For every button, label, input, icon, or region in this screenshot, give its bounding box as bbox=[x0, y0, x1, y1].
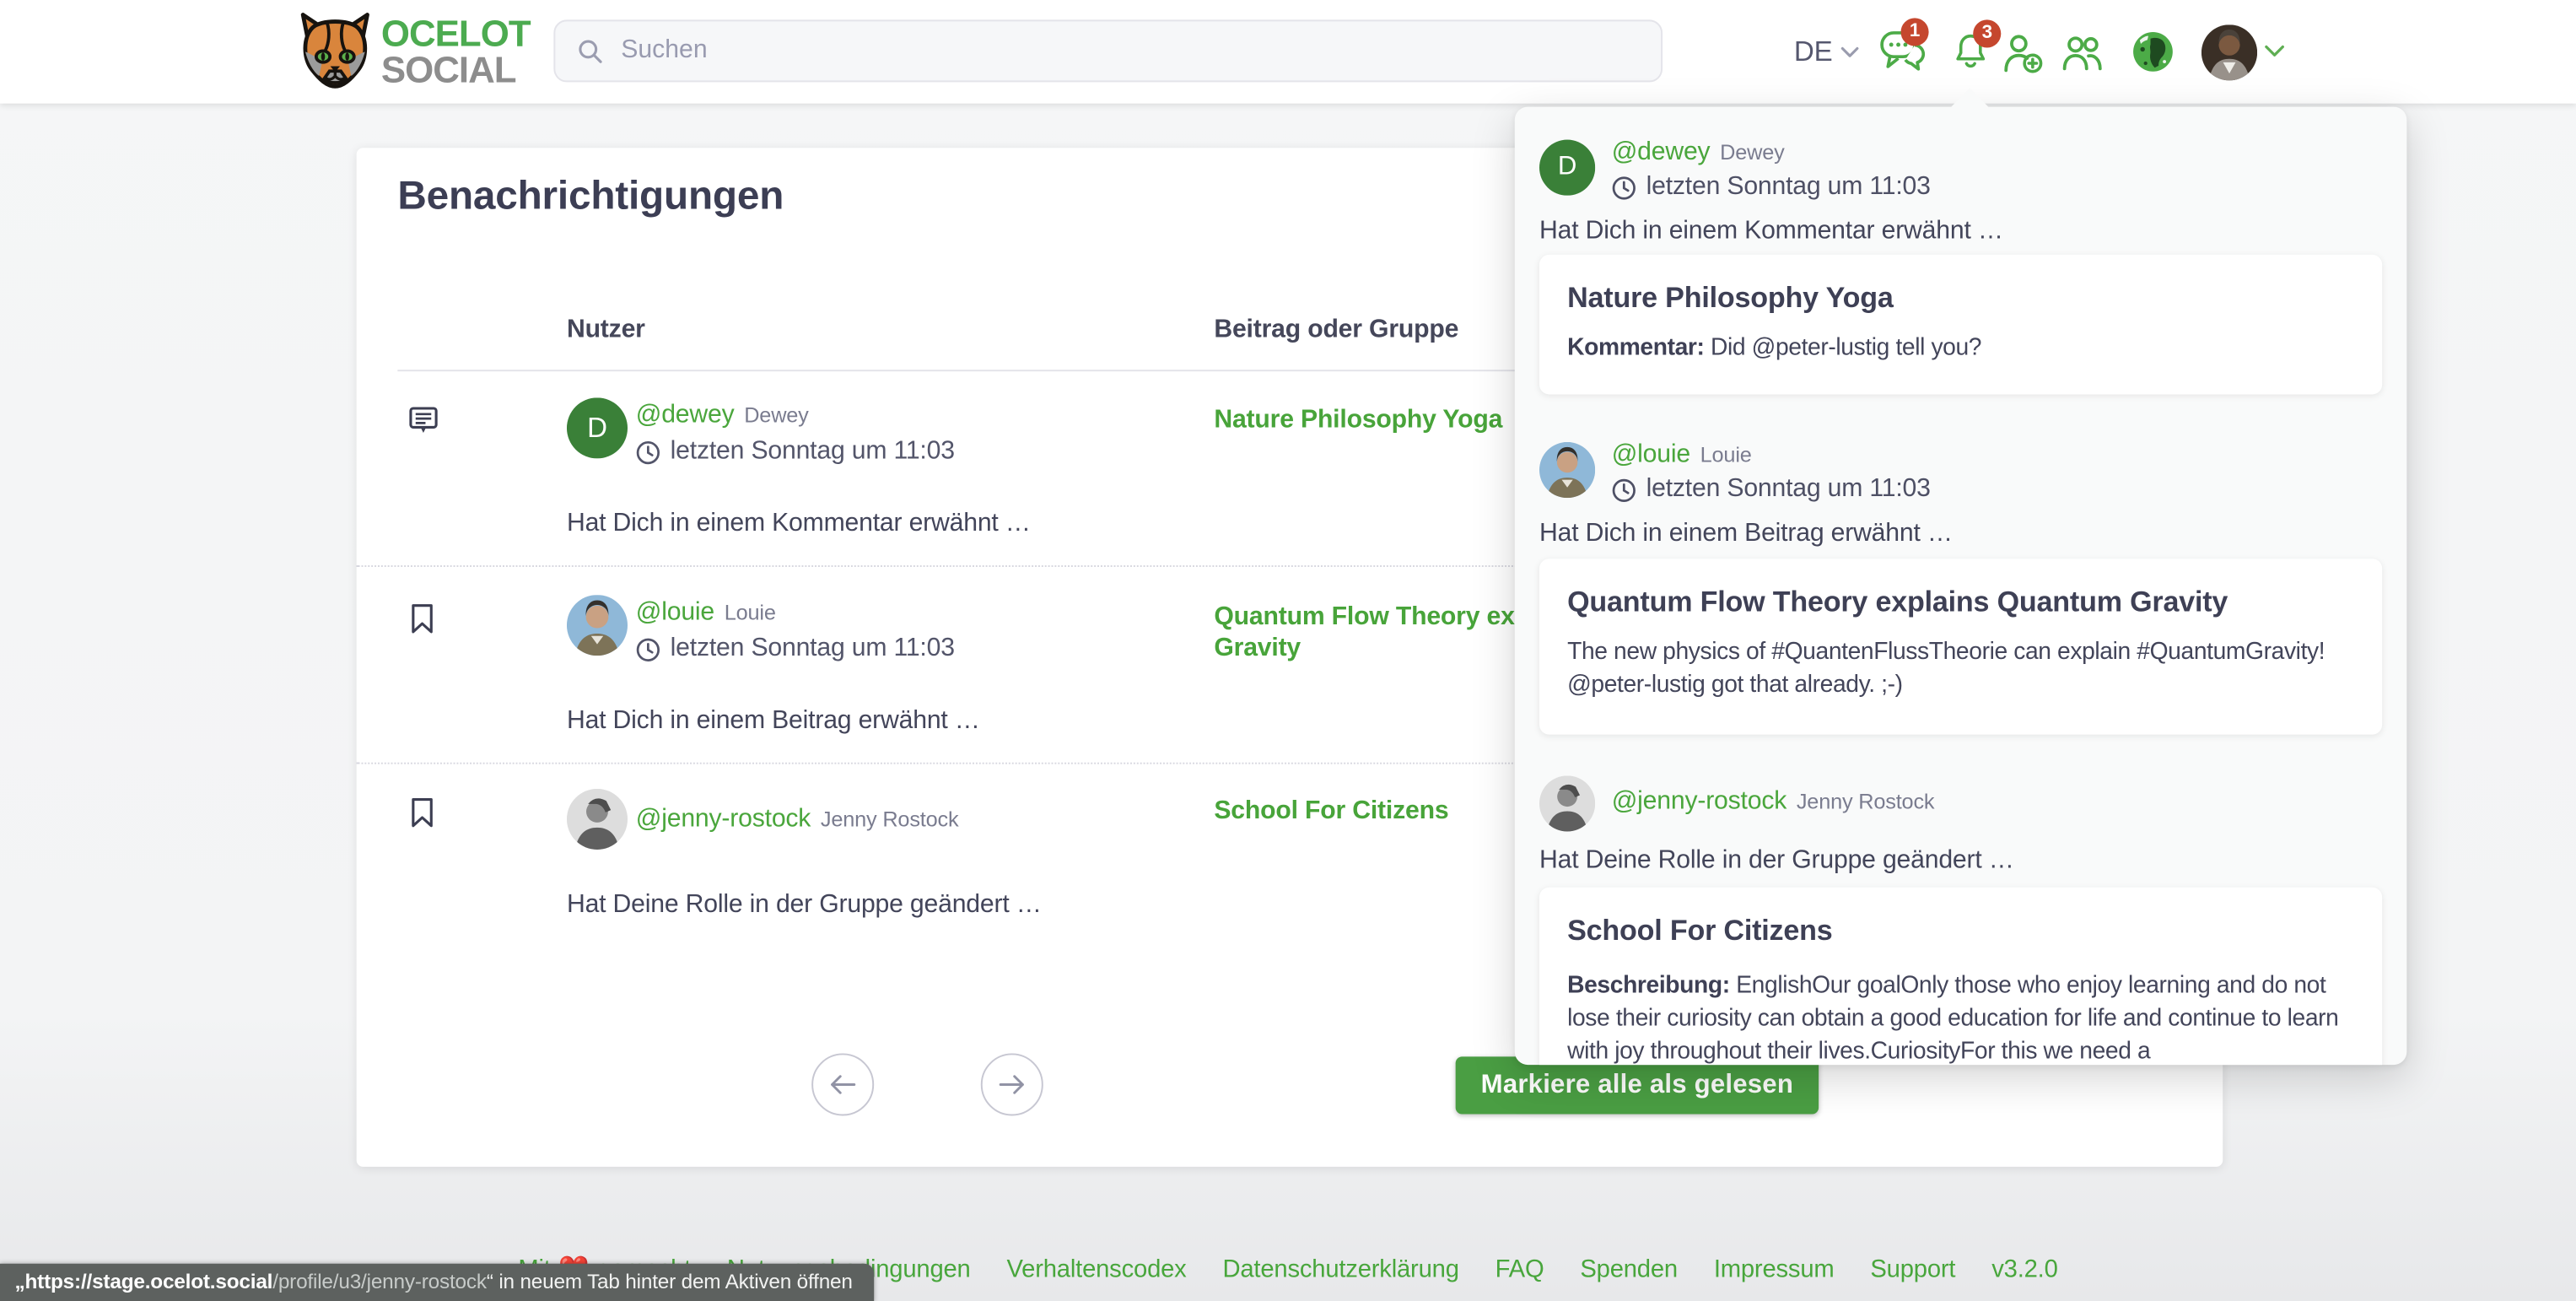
link-status-tooltip: „https://stage.ocelot.social/profile/u3/… bbox=[0, 1264, 874, 1301]
post-title[interactable]: Quantum Flow Theory explains Quantum Gra… bbox=[1567, 585, 2228, 619]
language-label: DE bbox=[1794, 35, 1833, 68]
user-handle-line: @louie Louie bbox=[636, 598, 776, 628]
search-icon bbox=[577, 37, 605, 65]
user-avatar[interactable]: D bbox=[1539, 140, 1595, 196]
search-bar[interactable] bbox=[553, 19, 1663, 82]
timestamp: letzten Sonntag um 11:03 bbox=[636, 634, 955, 664]
footer-link-support[interactable]: Support bbox=[1870, 1255, 1955, 1282]
footer-link-code-of-conduct[interactable]: Verhaltenscodex bbox=[1006, 1255, 1186, 1282]
column-header-user: Nutzer bbox=[567, 316, 645, 345]
notification-badge: 3 bbox=[1973, 19, 2001, 47]
user-handle-line: @jenny-rostock Jenny Rostock bbox=[636, 805, 959, 834]
user-name: Louie bbox=[1700, 442, 1752, 467]
avatar bbox=[2201, 24, 2257, 79]
user-handle-link[interactable]: @jenny-rostock bbox=[636, 805, 811, 833]
language-selector[interactable]: DE bbox=[1794, 0, 1861, 104]
footer-version[interactable]: v3.2.0 bbox=[1991, 1255, 2057, 1282]
clock-icon bbox=[1612, 175, 1636, 199]
user-avatar[interactable] bbox=[567, 789, 628, 850]
mention-text: Hat Deine Rolle in der Gruppe geändert … bbox=[567, 891, 1042, 920]
mention-text: Hat Dich in einem Kommentar erwähnt … bbox=[567, 510, 1031, 539]
clock-icon bbox=[636, 440, 660, 464]
notifications-bell-button[interactable]: 3 bbox=[1952, 0, 1990, 104]
clock-icon bbox=[1612, 478, 1636, 502]
notification-card[interactable]: School For Citizens Beschreibung: Englis… bbox=[1539, 888, 2382, 1065]
user-handle-link[interactable]: @louie bbox=[1612, 440, 1690, 468]
mention-text: Hat Dich in einem Beitrag erwähnt … bbox=[1539, 519, 1953, 548]
post-excerpt: Kommentar: Did @peter-lustig tell you? bbox=[1567, 332, 2358, 364]
user-name: Louie bbox=[725, 600, 776, 624]
column-header-post: Beitrag oder Gruppe bbox=[1214, 316, 1458, 345]
timestamp: letzten Sonntag um 11:03 bbox=[636, 437, 955, 467]
user-handle-link[interactable]: @dewey bbox=[1612, 138, 1711, 166]
notification-card[interactable]: Nature Philosophy Yoga Kommentar: Did @p… bbox=[1539, 255, 2382, 395]
user-name: Dewey bbox=[1720, 140, 1784, 165]
ocelot-logo-icon bbox=[294, 12, 376, 92]
bookmark-icon bbox=[409, 797, 435, 829]
next-page-button[interactable] bbox=[981, 1053, 1043, 1115]
groups-button[interactable] bbox=[2060, 0, 2104, 104]
bookmark-icon bbox=[409, 603, 435, 634]
avatar-chevron-down-icon[interactable] bbox=[2264, 0, 2285, 104]
add-user-button[interactable] bbox=[2001, 0, 2044, 104]
footer-link-privacy[interactable]: Datenschutzerklärung bbox=[1222, 1255, 1458, 1282]
user-avatar[interactable]: D bbox=[567, 397, 628, 458]
mention-text: Hat Deine Rolle in der Gruppe geändert … bbox=[1539, 846, 2014, 876]
app-root: OCELOT SOCIAL DE bbox=[0, 0, 2576, 1301]
mark-all-read-button[interactable]: Markiere alle als gelesen bbox=[1456, 1056, 1819, 1114]
group-title[interactable]: School For Citizens bbox=[1567, 914, 1832, 948]
top-navbar: OCELOT SOCIAL DE bbox=[0, 0, 2576, 104]
post-excerpt: The new physics of #QuantenFlussTheorie … bbox=[1567, 636, 2358, 702]
clock-icon bbox=[636, 637, 660, 661]
page-title: Benachrichtigungen bbox=[397, 174, 784, 220]
chat-button[interactable]: 1 bbox=[1879, 0, 1926, 104]
user-handle-link[interactable]: @louie bbox=[636, 598, 714, 626]
chevron-down-icon bbox=[1840, 46, 1860, 59]
search-input[interactable] bbox=[621, 36, 1541, 66]
user-avatar[interactable] bbox=[1539, 775, 1595, 831]
logo[interactable]: OCELOT SOCIAL bbox=[294, 12, 531, 92]
globe-icon[interactable] bbox=[2131, 0, 2175, 104]
user-name: Jenny Rostock bbox=[821, 807, 959, 831]
timestamp: letzten Sonntag um 11:03 bbox=[1612, 173, 1931, 202]
notification-card[interactable]: Quantum Flow Theory explains Quantum Gra… bbox=[1539, 559, 2382, 734]
user-avatar[interactable] bbox=[567, 595, 628, 656]
user-name: Dewey bbox=[744, 402, 808, 427]
comment-icon bbox=[409, 406, 439, 435]
mention-text: Hat Dich in einem Kommentar erwähnt … bbox=[1539, 217, 2003, 246]
footer-link-imprint[interactable]: Impressum bbox=[1714, 1255, 1835, 1282]
user-handle-link[interactable]: @jenny-rostock bbox=[1612, 787, 1786, 815]
user-avatar[interactable] bbox=[1539, 442, 1595, 498]
notifications-dropdown: D @dewey Dewey letzten Sonntag um 11:03 H… bbox=[1515, 107, 2407, 1066]
group-description: Beschreibung: EnglishOur goalOnly those … bbox=[1567, 969, 2358, 1065]
user-name: Jenny Rostock bbox=[1797, 789, 1935, 813]
user-handle-line: @dewey Dewey bbox=[1612, 138, 1785, 168]
user-avatar-menu[interactable] bbox=[2201, 0, 2257, 104]
user-handle-line: @dewey Dewey bbox=[636, 401, 809, 430]
previous-page-button[interactable] bbox=[811, 1053, 874, 1115]
user-handle-line: @jenny-rostock Jenny Rostock bbox=[1612, 787, 1935, 817]
post-title[interactable]: Nature Philosophy Yoga bbox=[1567, 281, 1893, 316]
footer-link-donate[interactable]: Spenden bbox=[1580, 1255, 1678, 1282]
footer-link-faq[interactable]: FAQ bbox=[1495, 1255, 1544, 1282]
user-handle-line: @louie Louie bbox=[1612, 440, 1752, 470]
timestamp: letzten Sonntag um 11:03 bbox=[1612, 475, 1931, 505]
user-handle-link[interactable]: @dewey bbox=[636, 401, 735, 429]
logo-wordmark: OCELOT SOCIAL bbox=[381, 16, 531, 89]
chat-badge: 1 bbox=[1900, 18, 1928, 46]
mention-text: Hat Dich in einem Beitrag erwähnt … bbox=[567, 707, 980, 737]
